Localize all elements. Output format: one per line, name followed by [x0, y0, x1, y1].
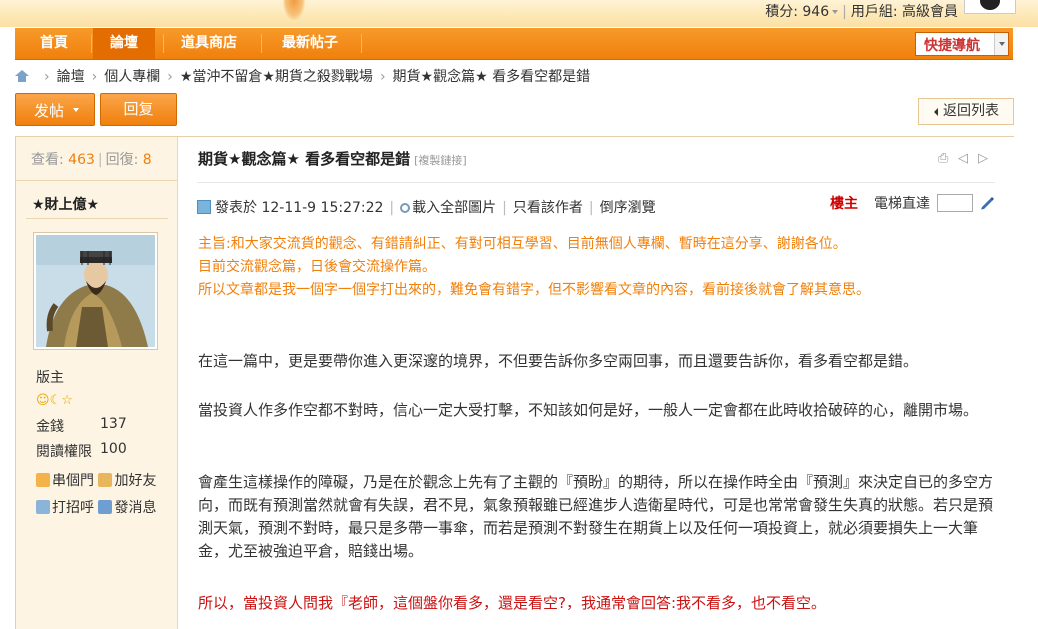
rank-icons: ☺☾☆ — [36, 393, 73, 408]
post-date: 發表於 12-11-9 15:27:22 — [215, 200, 384, 216]
post-title: 期貨★觀念篇★ 看多看空都是錯 [複製鏈接] — [198, 150, 467, 168]
elevator-label: 電梯直達 — [874, 196, 930, 212]
replies-count: 8 — [142, 152, 152, 168]
breadcrumb-item[interactable]: ★當沖不留倉★期貨之殺戮戰場 — [180, 69, 373, 85]
points-link[interactable]: 積分: 946 — [765, 4, 839, 20]
post-main: 期貨★觀念篇★ 看多看空都是錯 [複製鏈接] ⎙ ◁ ▷ 發表於 12-11-9 … — [179, 137, 1014, 629]
permission-row: 閱讀權限 100 — [36, 441, 127, 460]
next-thread-icon[interactable]: ▷ — [978, 151, 988, 166]
reply-button[interactable]: 回复 — [100, 93, 177, 126]
print-icon[interactable]: ⎙ — [938, 151, 948, 166]
views-count: 463 — [68, 152, 95, 168]
post-tools: ⎙ ◁ ▷ — [938, 151, 992, 167]
add-friend-link[interactable]: 加好友 — [98, 473, 156, 489]
author-only-link[interactable]: 只看該作者 — [513, 200, 583, 216]
author-rank: 版主 — [36, 370, 64, 386]
greet-link[interactable]: 打招呼 — [36, 500, 94, 516]
back-to-list-button[interactable]: 返回列表 — [918, 98, 1014, 125]
emperor-portrait-image — [36, 235, 155, 347]
user-group-link[interactable]: 用戶組: 高級會員 — [851, 4, 958, 20]
author-sidebar: 查看: 463 | 回復: 8 ★財上億★ 版主 ☺☾☆ 金錢 137 閱讀權限… — [16, 137, 178, 629]
nav-item-latest[interactable]: 最新帖子 — [267, 28, 353, 59]
avatar[interactable] — [964, 0, 1016, 14]
copy-link-button[interactable]: [複製鏈接] — [414, 154, 467, 167]
chevron-left-icon — [934, 108, 938, 116]
money-row: 金錢 137 — [36, 416, 127, 435]
breadcrumb-item[interactable]: 期貨★觀念篇★ 看多看空都是錯 — [393, 69, 591, 85]
greet-icon — [36, 500, 50, 514]
user-bar: 積分: 946 | 用戶組: 高級會員 — [765, 4, 958, 20]
message-link[interactable]: 發消息 — [98, 500, 156, 516]
chevron-down-icon — [832, 10, 839, 14]
nav-item-shop[interactable]: 道具商店 — [165, 28, 253, 59]
envelope-icon — [98, 500, 113, 514]
reverse-order-link[interactable]: 倒序瀏覽 — [600, 200, 656, 216]
floor-label: 樓主 — [830, 196, 858, 212]
author-links-row-2: 打招呼 發消息 — [36, 497, 156, 517]
post-paragraph: 在這一篇中，更是要帶你進入更深邃的境界，不但要告訴你多空兩回事，而且還要告訴你，… — [198, 352, 919, 370]
moon-icon: ☾ — [49, 393, 62, 408]
load-images-link[interactable]: 載入全部圖片 — [400, 200, 496, 216]
home-icon[interactable] — [15, 70, 29, 82]
user-online-icon — [197, 200, 211, 214]
nav-item-home[interactable]: 首頁 — [25, 28, 83, 59]
search-icon — [400, 203, 411, 213]
post-container: 查看: 463 | 回復: 8 ★財上億★ 版主 ☺☾☆ 金錢 137 閱讀權限… — [15, 136, 1014, 629]
post-paragraph-highlight: 所以，當投資人問我『老師，這個盤你看多，還是看空?，我通常會回答:我不看多，也不… — [198, 594, 827, 612]
breadcrumb-item[interactable]: 論壇 — [57, 69, 85, 85]
author-avatar[interactable] — [33, 232, 158, 350]
thread-stats: 查看: 463 | 回復: 8 — [16, 137, 177, 181]
post-paragraph: 當投資人作多作空都不對時，信心一定大受打擊，不知該如何是好，一般人一定會都在此時… — [198, 401, 979, 419]
floor-jump-input[interactable] — [937, 194, 973, 212]
post-notice: 主旨:和大家交流貨的觀念、有錯請糾正、有對可相互學習、目前無個人專欄、暫時在這分… — [198, 236, 870, 298]
author-name[interactable]: ★財上億★ — [32, 194, 99, 214]
post-paragraph: 會產生這樣操作的障礙，乃是在於觀念上先有了主觀的『預盼』的期待，所以在操作時全由… — [198, 473, 994, 560]
nav-item-forum[interactable]: 論壇 — [93, 28, 155, 59]
prev-thread-icon[interactable]: ◁ — [958, 151, 968, 166]
main-nav: 首頁 論壇 道具商店 最新帖子 快捷導航 — [15, 28, 1013, 60]
pencil-icon[interactable] — [979, 194, 995, 210]
quick-nav-button[interactable]: 快捷導航 — [915, 32, 1009, 56]
visit-link[interactable]: 串個門 — [36, 473, 94, 489]
chevron-down-icon — [73, 108, 79, 112]
top-header: 積分: 946 | 用戶組: 高級會員 — [0, 0, 1038, 27]
author-links-row-1: 串個門 加好友 — [36, 470, 156, 490]
handshake-icon — [98, 473, 113, 487]
post-meta: 發表於 12-11-9 15:27:22 | 載入全部圖片 | 只看該作者 | 倒序瀏覽 — [197, 197, 656, 217]
new-post-button[interactable]: 发帖 — [15, 93, 95, 126]
chevron-down-icon — [994, 33, 1008, 55]
house-icon — [36, 473, 50, 487]
star-icon: ☆ — [61, 393, 73, 408]
logo-flame — [283, 0, 305, 20]
breadcrumb: › 論壇 › 個人專欄 › ★當沖不留倉★期貨之殺戮戰場 › 期貨★觀念篇★ 看多看空都是錯 — [15, 66, 590, 86]
sun-icon: ☺ — [36, 393, 50, 408]
breadcrumb-item[interactable]: 個人專欄 — [104, 69, 160, 85]
